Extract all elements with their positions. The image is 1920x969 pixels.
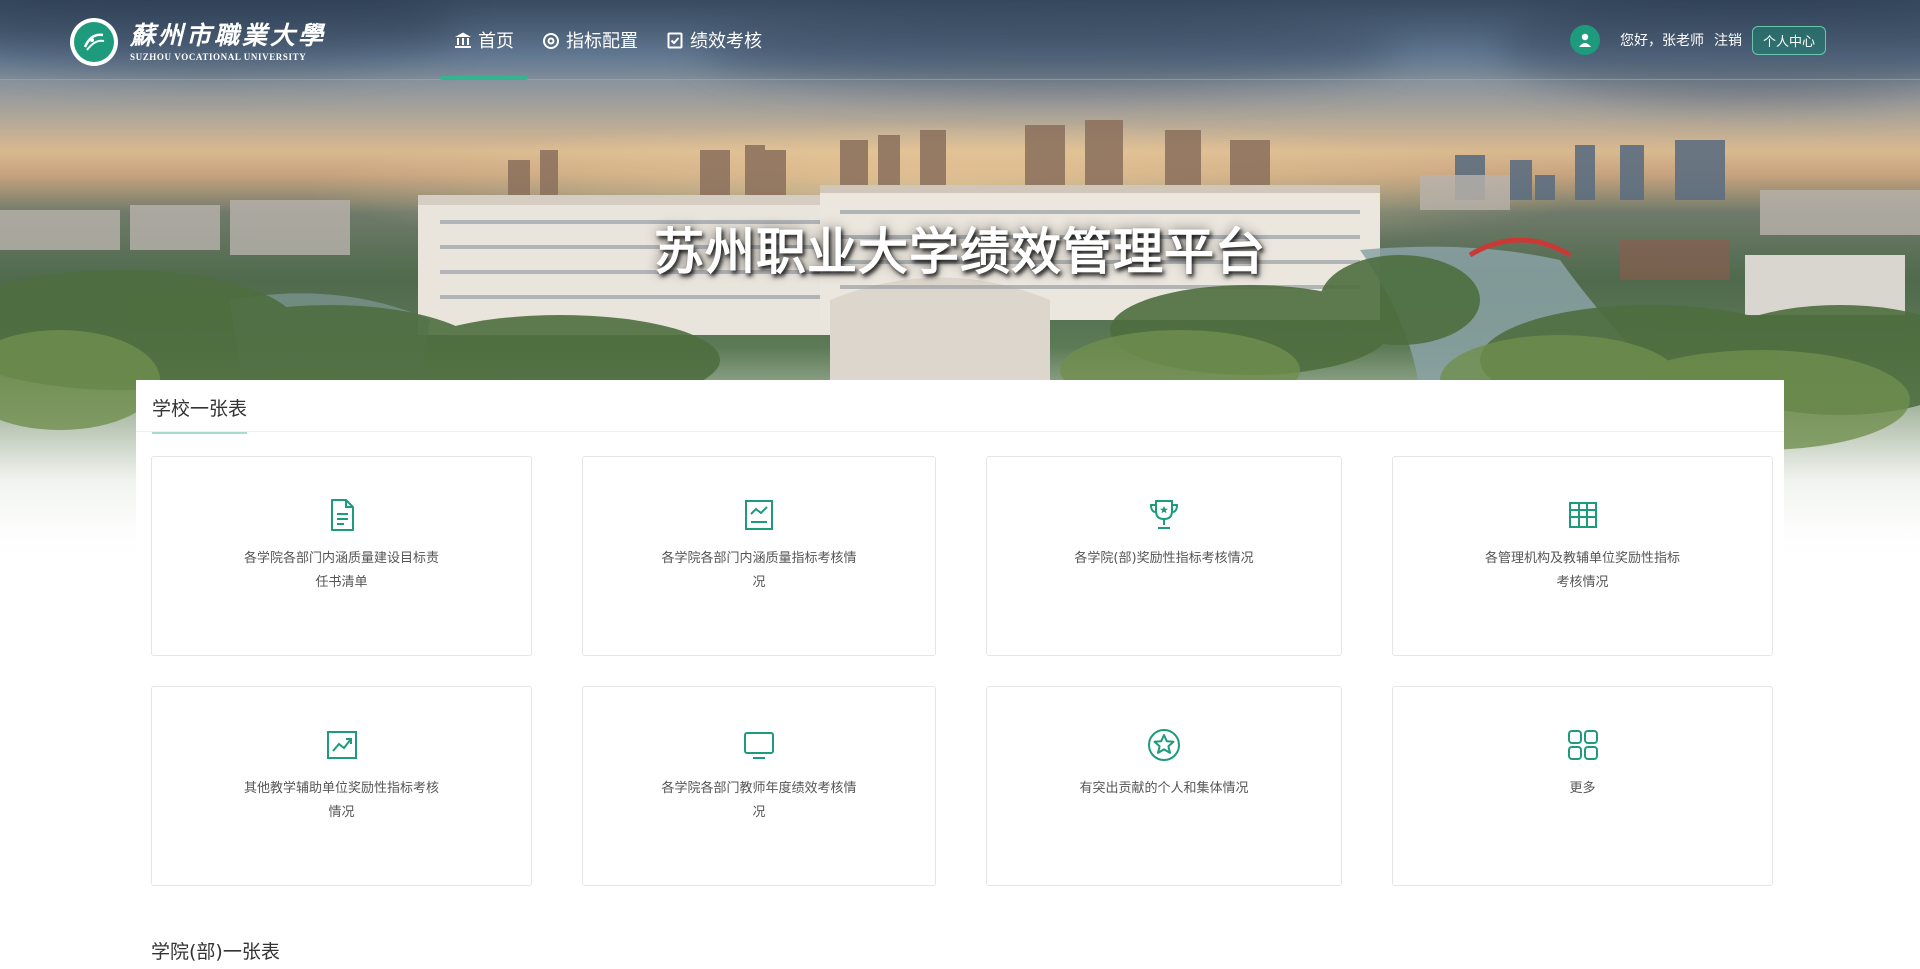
report-card-label: 各管理机构及教辅单位奖励性指标考核情况	[1484, 551, 1680, 590]
report-card-label: 各学院(部)奖励性指标考核情况	[1074, 551, 1254, 566]
star-circle-icon	[1148, 729, 1180, 761]
university-emblem-icon	[70, 18, 118, 66]
section-header: 学校一张表	[136, 380, 1784, 434]
checklist-icon	[667, 32, 683, 49]
main-nav: 首页 指标配置 绩效考核	[440, 0, 776, 80]
top-navigation-bar: 蘇州市職業大學 SUZHOU VOCATIONAL UNIVERSITY 首页 …	[0, 0, 1920, 80]
gauge-icon	[543, 33, 559, 49]
document-icon	[330, 499, 354, 531]
report-card-outstanding-contribution[interactable]: 有突出贡献的个人和集体情况	[986, 686, 1342, 886]
report-card-admin-reward[interactable]: 各管理机构及教辅单位奖励性指标考核情况	[1392, 456, 1773, 656]
nav-performance-review-label: 绩效考核	[690, 31, 762, 52]
nav-indicator-config-label: 指标配置	[566, 31, 638, 52]
report-card-teacher-annual[interactable]: 各学院各部门教师年度绩效考核情况	[582, 686, 936, 886]
report-card-quality-indicator[interactable]: 各学院各部门内涵质量指标考核情况	[582, 456, 936, 656]
monitor-icon	[744, 732, 774, 759]
nav-home[interactable]: 首页	[440, 0, 528, 80]
table-icon	[1568, 502, 1597, 528]
university-logo[interactable]: 蘇州市職業大學 SUZHOU VOCATIONAL UNIVERSITY	[70, 18, 326, 66]
trend-chart-icon	[326, 731, 357, 759]
nav-indicator-config[interactable]: 指标配置	[528, 0, 652, 80]
report-card-college-reward[interactable]: 各学院(部)奖励性指标考核情况	[986, 456, 1342, 656]
section-title-school[interactable]: 学校一张表	[152, 394, 248, 434]
report-card-grid: 各学院各部门内涵质量建设目标责任书清单 各学院各部门内涵质量指标考核情况 各学院…	[151, 456, 1773, 886]
section-title-college[interactable]: 学院(部)一张表	[151, 937, 280, 964]
report-card-label: 各学院各部门内涵质量建设目标责任书清单	[243, 551, 439, 590]
logo-chinese-name: 蘇州市職業大學	[130, 21, 327, 50]
report-card-label: 其他教学辅助单位奖励性指标考核情况	[243, 781, 439, 820]
profile-center-button[interactable]: 个人中心	[1751, 25, 1826, 55]
grid-more-icon	[1567, 730, 1598, 760]
avatar[interactable]	[1569, 25, 1600, 55]
report-card-auxiliary-reward[interactable]: 其他教学辅助单位奖励性指标考核情况	[151, 686, 532, 886]
report-card-label: 更多	[1569, 781, 1596, 796]
report-card-target-responsibility[interactable]: 各学院各部门内涵质量建设目标责任书清单	[151, 456, 532, 656]
logo-english-name: SUZHOU VOCATIONAL UNIVERSITY	[130, 52, 307, 62]
nav-performance-review[interactable]: 绩效考核	[652, 0, 776, 80]
report-card-label: 各学院各部门教师年度绩效考核情况	[661, 781, 857, 820]
chart-report-icon	[745, 500, 773, 530]
bank-icon	[455, 32, 471, 48]
user-icon	[1578, 33, 1591, 47]
user-area: 您好，张老师 注销 个人中心	[1569, 25, 1826, 55]
logout-link[interactable]: 注销	[1714, 30, 1742, 50]
user-greeting: 您好，张老师	[1619, 33, 1704, 49]
report-card-more[interactable]: 更多	[1392, 686, 1773, 886]
report-card-label: 有突出贡献的个人和集体情况	[1079, 781, 1249, 796]
school-overview-panel: 学校一张表 各学院各部门内涵质量建设目标责任书清单 各学院各部门内涵质量指标考核…	[136, 380, 1784, 969]
trophy-icon	[1149, 500, 1179, 529]
nav-home-label: 首页	[478, 31, 514, 52]
report-card-label: 各学院各部门内涵质量指标考核情况	[661, 551, 857, 590]
platform-title: 苏州职业大学绩效管理平台	[654, 223, 1266, 281]
